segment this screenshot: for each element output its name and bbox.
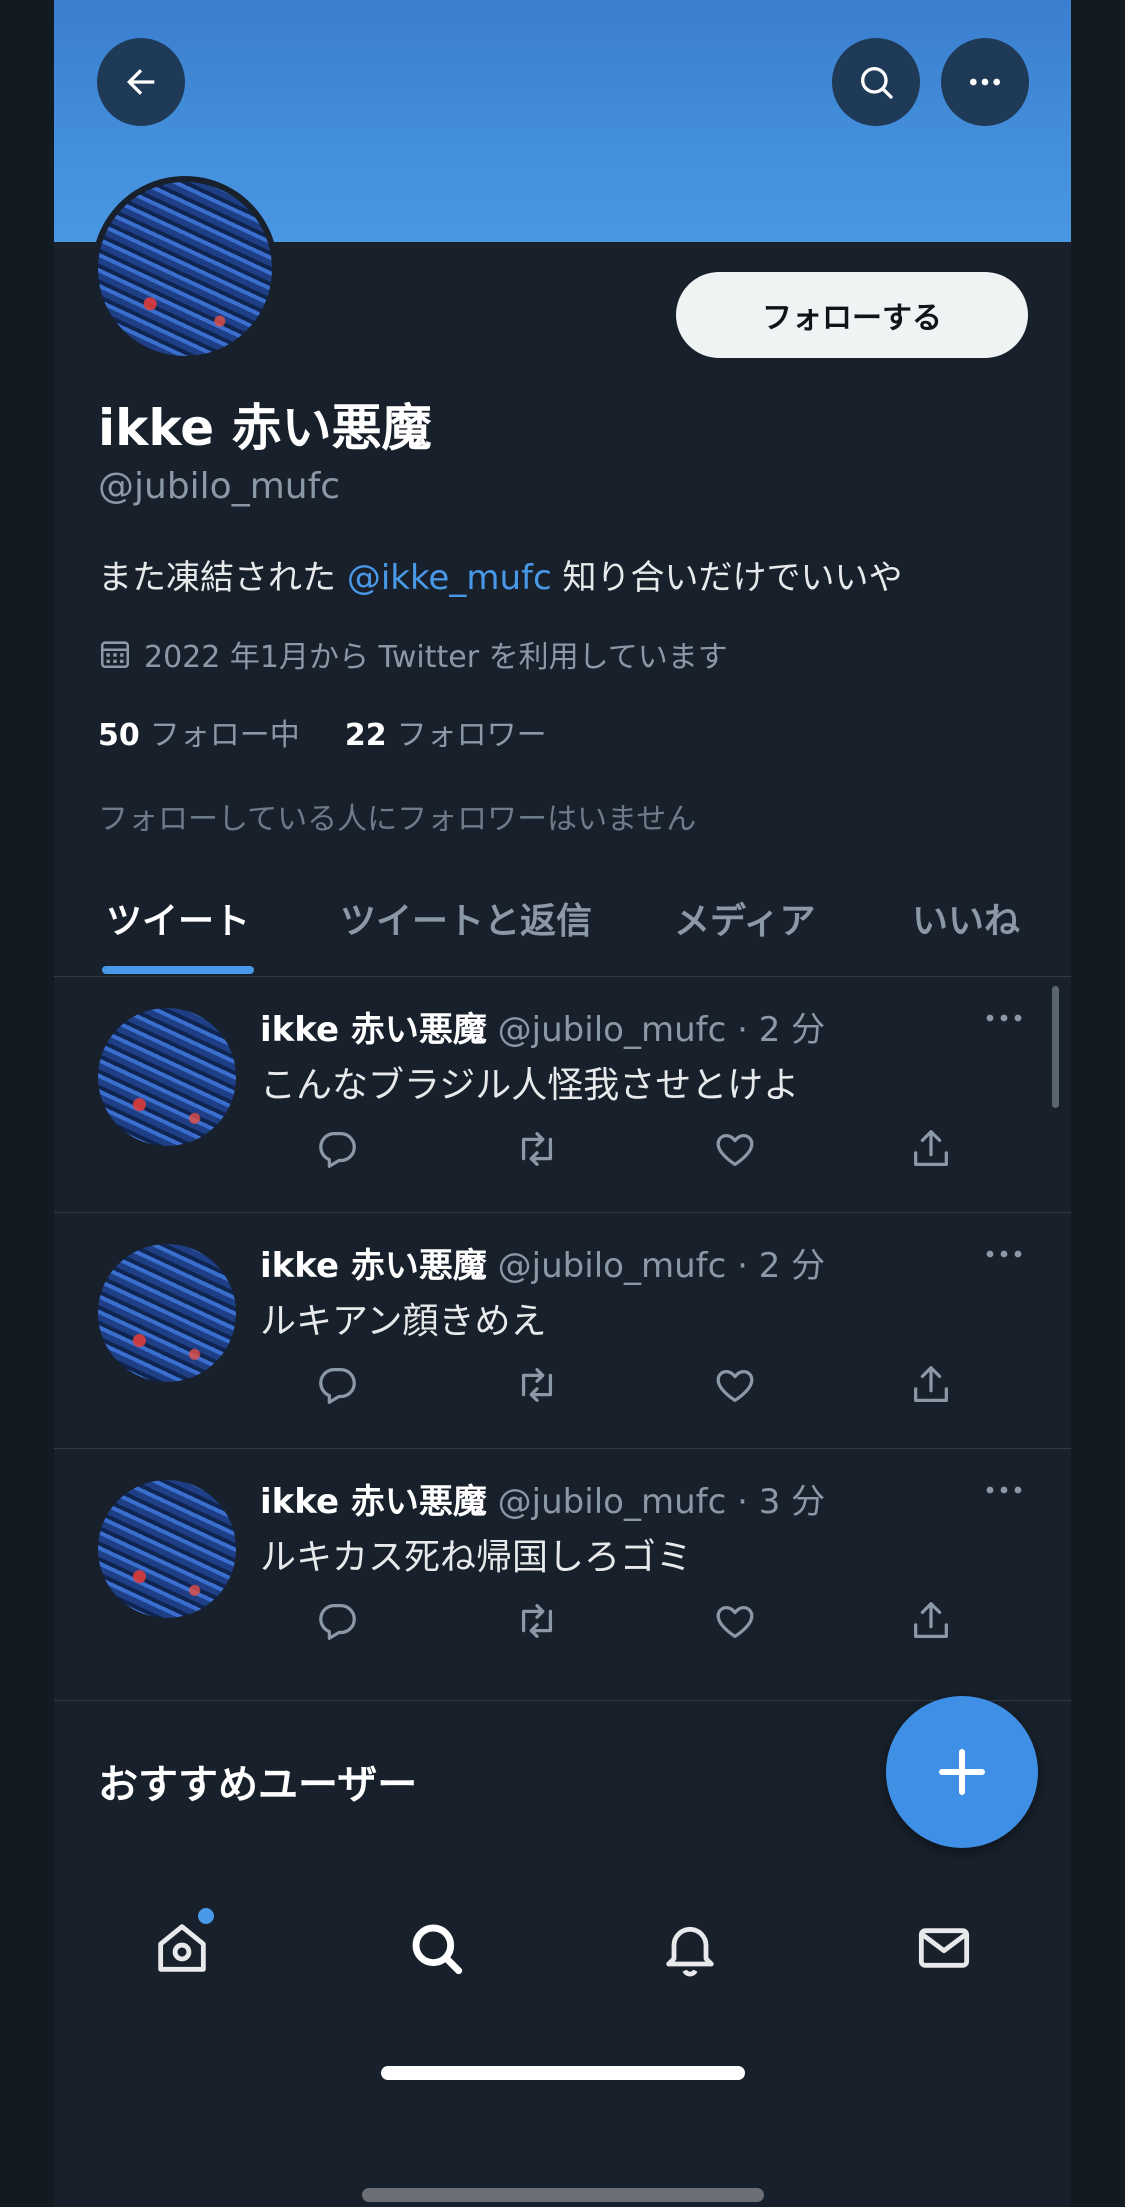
- profile-tabs: ツイート ツイートと返信 メディア いいね: [54, 862, 1071, 977]
- follow-button[interactable]: フォローする: [676, 272, 1028, 358]
- follow-stats: 50 フォロー中 22 フォロワー: [98, 710, 547, 754]
- active-tab-indicator: [102, 966, 254, 974]
- more-horizontal-icon: [970, 78, 1000, 86]
- home-icon: [158, 1924, 206, 1972]
- profile-handle: @jubilo_mufc: [98, 466, 341, 507]
- mutual-followers-note: フォローしている人にフォロワーはいません: [98, 802, 697, 837]
- bottom-tab-bar: [54, 1880, 1071, 2020]
- tweet-meta: @jubilo_mufc · 3 分: [486, 1482, 826, 1522]
- share-icon: [914, 1602, 948, 1638]
- like-button[interactable]: [712, 1362, 758, 1408]
- reply-icon: [319, 1132, 356, 1168]
- calendar-icon: [100, 641, 130, 669]
- more-horizontal-icon[interactable]: [982, 1478, 1026, 1502]
- reply-button[interactable]: [314, 1362, 360, 1408]
- tweet-avatar[interactable]: [98, 1244, 236, 1382]
- bell-icon: [666, 1926, 714, 1977]
- tweet-text: こんなブラジル人怪我させとけよ: [260, 1065, 800, 1106]
- nav-home[interactable]: [150, 1916, 214, 1980]
- following-label: フォロー中: [149, 718, 300, 753]
- like-button[interactable]: [712, 1598, 758, 1644]
- retweet-button[interactable]: [514, 1126, 560, 1172]
- left-margin: [0, 0, 54, 2207]
- tweet-author-name: ikke 赤い悪魔: [260, 1010, 487, 1050]
- retweet-button[interactable]: [514, 1362, 560, 1408]
- profile-display-name: ikke 赤い悪魔: [98, 399, 432, 457]
- retweet-icon: [521, 1604, 553, 1638]
- like-button[interactable]: [712, 1126, 758, 1172]
- joined-text: 2022 年1月から Twitter を利用しています: [144, 640, 728, 675]
- joined-date: 2022 年1月から Twitter を利用しています: [98, 632, 728, 676]
- share-button[interactable]: [908, 1598, 954, 1644]
- following-count: 50: [98, 718, 140, 753]
- tweet-actions: [260, 1126, 960, 1176]
- heart-icon: [716, 1133, 754, 1166]
- bio-mention-link[interactable]: @ikke_mufc: [347, 558, 552, 598]
- tab-likes[interactable]: いいね: [912, 892, 1020, 944]
- right-margin: [1071, 0, 1125, 2207]
- tab-tweets[interactable]: ツイート: [106, 892, 250, 944]
- followers-link[interactable]: 22 フォロワー: [345, 718, 547, 753]
- search-button[interactable]: [832, 38, 920, 126]
- reply-icon: [319, 1368, 356, 1404]
- bio-text: また凍結された: [98, 558, 347, 598]
- reply-button[interactable]: [314, 1598, 360, 1644]
- profile-screen: フォローする ikke 赤い悪魔 @jubilo_mufc また凍結された @i…: [54, 0, 1071, 2207]
- tweet-text: ルキアン顔きめえ: [260, 1301, 547, 1342]
- tweet-text: ルキカス死ね帰国しろゴミ: [260, 1537, 693, 1578]
- heart-icon: [716, 1605, 754, 1638]
- nav-notifications[interactable]: [658, 1916, 722, 1980]
- retweet-icon: [521, 1368, 553, 1402]
- arrow-left-icon: [127, 69, 155, 95]
- tweet-item[interactable]: ikke 赤い悪魔 @jubilo_mufc · 2 分 こんなブラジル人怪我さ…: [54, 976, 1071, 1213]
- home-indicator: [381, 2066, 745, 2080]
- more-horizontal-icon[interactable]: [982, 1006, 1026, 1030]
- more-options-button[interactable]: [941, 38, 1029, 126]
- nav-messages[interactable]: [912, 1916, 976, 1980]
- followers-label: フォロワー: [396, 718, 547, 753]
- share-icon: [914, 1366, 948, 1402]
- followers-count: 22: [344, 718, 387, 753]
- search-icon: [412, 1924, 463, 1975]
- compose-tweet-button[interactable]: [886, 1696, 1038, 1848]
- tweet-meta: @jubilo_mufc · 2 分: [486, 1246, 826, 1286]
- retweet-button[interactable]: [514, 1598, 560, 1644]
- system-gesture-bar: [362, 2188, 764, 2202]
- share-icon: [914, 1130, 948, 1166]
- mail-icon: [918, 1928, 970, 1968]
- profile-avatar[interactable]: [92, 176, 278, 362]
- tweet-actions: [260, 1362, 960, 1412]
- profile-bio: また凍結された @ikke_mufc 知り合いだけでいいや: [98, 550, 903, 599]
- back-button[interactable]: [97, 38, 185, 126]
- bio-text-suffix: 知り合いだけでいいや: [551, 558, 903, 598]
- tweet-meta: @jubilo_mufc · 2 分: [486, 1010, 826, 1050]
- tweet-item[interactable]: ikke 赤い悪魔 @jubilo_mufc · 2 分 ルキアン顔きめえ: [54, 1212, 1071, 1449]
- following-link[interactable]: 50 フォロー中: [98, 718, 300, 753]
- avatar-image: [98, 182, 272, 356]
- share-button[interactable]: [908, 1362, 954, 1408]
- reply-icon: [319, 1604, 356, 1640]
- reply-button[interactable]: [314, 1126, 360, 1172]
- tweet-avatar[interactable]: [98, 1008, 236, 1146]
- plus-icon: [939, 1749, 985, 1795]
- tab-media[interactable]: メディア: [674, 892, 815, 944]
- tweet-header: ikke 赤い悪魔 @jubilo_mufc · 3 分: [260, 1474, 825, 1523]
- nav-explore[interactable]: [404, 1916, 468, 1980]
- tweet-header: ikke 赤い悪魔 @jubilo_mufc · 2 分: [260, 1002, 825, 1051]
- search-icon: [861, 67, 893, 99]
- retweet-icon: [521, 1132, 553, 1166]
- recommended-users-heading: おすすめユーザー: [98, 1762, 418, 1808]
- share-button[interactable]: [908, 1126, 954, 1172]
- tweet-item[interactable]: ikke 赤い悪魔 @jubilo_mufc · 3 分 ルキカス死ね帰国しろゴ…: [54, 1448, 1071, 1701]
- tweet-author-name: ikke 赤い悪魔: [260, 1482, 487, 1522]
- tweet-avatar[interactable]: [98, 1480, 236, 1618]
- tab-tweets-and-replies[interactable]: ツイートと返信: [340, 892, 592, 944]
- tweet-author-name: ikke 赤い悪魔: [260, 1246, 487, 1286]
- tweet-header: ikke 赤い悪魔 @jubilo_mufc · 2 分: [260, 1238, 825, 1287]
- scrollbar[interactable]: [1052, 986, 1059, 1108]
- tweet-actions: [260, 1598, 960, 1648]
- more-horizontal-icon[interactable]: [982, 1242, 1026, 1266]
- new-content-dot: [198, 1908, 214, 1924]
- heart-icon: [716, 1369, 754, 1402]
